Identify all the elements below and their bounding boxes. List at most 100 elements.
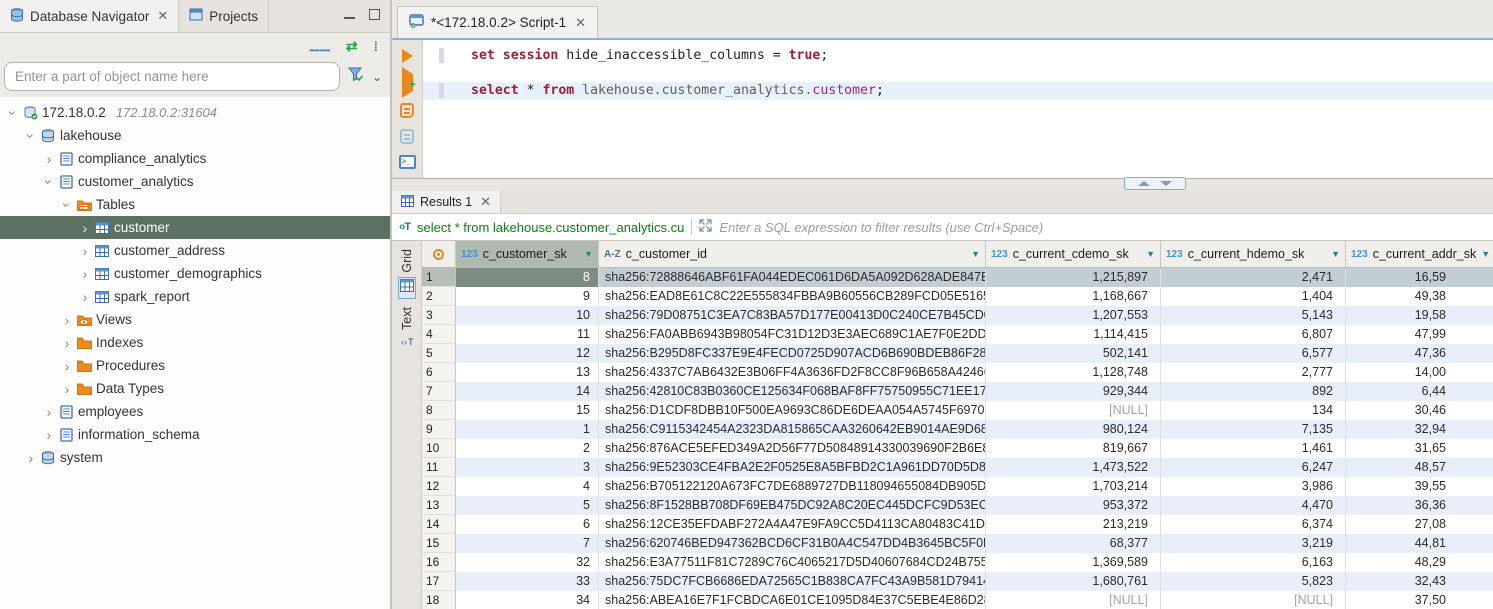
filter-funnel-icon[interactable] — [348, 67, 364, 87]
row-header-corner[interactable] — [422, 241, 456, 267]
grid-cell-c_current_hdemo_sk[interactable]: 7,135 — [1161, 420, 1346, 439]
grid-cell-c_customer_sk[interactable]: 10 — [456, 306, 599, 325]
grid-cell-c_current_cdemo_sk[interactable]: 1,680,761 — [986, 572, 1161, 591]
grid-cell-c_current_hdemo_sk[interactable]: 6,577 — [1161, 344, 1346, 363]
row-number[interactable]: 1 — [422, 268, 456, 287]
grid-cell-c_customer_id[interactable]: sha256:876ACE5EFED349A2D56F77D5084891433… — [599, 439, 986, 458]
link-with-editor-icon[interactable]: ⇄ — [346, 38, 358, 55]
grid-cell-c_current_hdemo_sk[interactable]: 6,247 — [1161, 458, 1346, 477]
tree-item-system[interactable]: ›system — [0, 446, 390, 469]
grid-cell-c_customer_sk[interactable]: 13 — [456, 363, 599, 382]
chevron-expanded-icon[interactable]: › — [60, 198, 74, 212]
expand-filter-icon[interactable] — [699, 219, 712, 235]
execute-new-tab-icon[interactable]: + — [402, 74, 413, 92]
grid-cell-c_current_addr_sk[interactable]: 14,00 — [1346, 363, 1493, 382]
chevron-collapsed-icon[interactable]: › — [42, 152, 56, 166]
grid-cell-c_customer_id[interactable]: sha256:8F1528BB708DF69EB475DC92A8C20EC44… — [599, 496, 986, 515]
tree-item-views[interactable]: ›Views — [0, 308, 390, 331]
presentation-tab-text[interactable]: Text‹›T — [399, 307, 415, 354]
grid-cell-c_current_addr_sk[interactable]: 47,99 — [1346, 325, 1493, 344]
tree-item-spark-report[interactable]: ›spark_report — [0, 285, 390, 308]
row-number[interactable]: 5 — [422, 344, 456, 363]
grid-cell-c_customer_id[interactable]: sha256:D1CDF8DBB10F500EA9693C86DE6DEAA05… — [599, 401, 986, 420]
row-number[interactable]: 4 — [422, 325, 456, 344]
collapse-up-icon[interactable] — [1138, 181, 1150, 186]
grid-cell-c_current_cdemo_sk[interactable]: [NULL] — [986, 401, 1161, 420]
grid-cell-c_current_cdemo_sk[interactable]: 1,168,667 — [986, 287, 1161, 306]
grid-cell-c_customer_sk[interactable]: 33 — [456, 572, 599, 591]
chevron-collapsed-icon[interactable]: › — [60, 382, 74, 396]
row-number[interactable]: 2 — [422, 287, 456, 306]
chevron-collapsed-icon[interactable]: › — [78, 221, 92, 235]
grid-cell-c_current_hdemo_sk[interactable]: 892 — [1161, 382, 1346, 401]
grid-cell-c_current_cdemo_sk[interactable]: 68,377 — [986, 534, 1161, 553]
grid-cell-c_current_cdemo_sk[interactable]: 1,215,897 — [986, 268, 1161, 287]
explain-plan-icon[interactable] — [400, 129, 414, 144]
grid-cell-c_customer_id[interactable]: sha256:C9115342454A2323DA815865CAA326064… — [599, 420, 986, 439]
grid-cell-c_current_hdemo_sk[interactable]: [NULL] — [1161, 591, 1346, 609]
row-number[interactable]: 7 — [422, 382, 456, 401]
chevron-down-icon[interactable]: ⌄ — [372, 70, 382, 84]
row-number[interactable]: 13 — [422, 496, 456, 515]
tree-item-lakehouse[interactable]: ›lakehouse — [0, 124, 390, 147]
code-line[interactable]: select * from lakehouse.customer_analyti… — [423, 82, 1493, 100]
column-header-c_customer_sk[interactable]: 123c_customer_sk▼ — [456, 241, 599, 267]
chevron-collapsed-icon[interactable]: › — [24, 451, 38, 465]
splitter-collapse-control[interactable] — [1124, 177, 1186, 190]
chevron-expanded-icon[interactable]: › — [24, 129, 38, 143]
search-input[interactable] — [4, 62, 340, 91]
presentation-tab-grid[interactable]: Grid — [398, 249, 416, 299]
row-number[interactable]: 3 — [422, 306, 456, 325]
column-menu-arrow-icon[interactable]: ▼ — [971, 249, 980, 259]
text-presentation-icon[interactable]: ‹›T — [399, 334, 415, 354]
chevron-collapsed-icon[interactable]: › — [60, 313, 74, 327]
row-number[interactable]: 12 — [422, 477, 456, 496]
collapse-all-icon[interactable]: ⚊⚊ — [309, 39, 330, 55]
grid-cell-c_current_cdemo_sk[interactable]: 213,219 — [986, 515, 1161, 534]
grid-cell-c_current_cdemo_sk[interactable]: [NULL] — [986, 591, 1161, 609]
grid-cell-c_customer_id[interactable]: sha256:620746BED947362BCD6CF31B0A4C547DD… — [599, 534, 986, 553]
minimize-icon[interactable] — [344, 17, 355, 20]
chevron-collapsed-icon[interactable]: › — [42, 428, 56, 442]
grid-cell-c_current_hdemo_sk[interactable]: 5,143 — [1161, 306, 1346, 325]
grid-cell-c_customer_id[interactable]: sha256:E3A77511F81C7289C76C4065217D5D406… — [599, 553, 986, 572]
grid-cell-c_current_hdemo_sk[interactable]: 2,777 — [1161, 363, 1346, 382]
column-header-c_customer_id[interactable]: A-Zc_customer_id▼ — [599, 241, 986, 267]
grid-cell-c_customer_id[interactable]: sha256:EAD8E61C8C22E555834FBBA9B60556CB2… — [599, 287, 986, 306]
close-icon[interactable]: ✕ — [575, 15, 586, 31]
sql-console-icon[interactable]: >_ — [399, 155, 416, 169]
row-number[interactable]: 8 — [422, 401, 456, 420]
column-header-c_current_hdemo_sk[interactable]: 123c_current_hdemo_sk▼ — [1161, 241, 1346, 267]
execute-script-icon[interactable] — [400, 103, 414, 118]
collapse-down-icon[interactable] — [1160, 181, 1172, 186]
grid-cell-c_customer_sk[interactable]: 15 — [456, 401, 599, 420]
grid-cell-c_customer_id[interactable]: sha256:12CE35EFDABF272A4A47E9FA9CC5D4113… — [599, 515, 986, 534]
grid-cell-c_current_cdemo_sk[interactable]: 929,344 — [986, 382, 1161, 401]
grid-cell-c_customer_sk[interactable]: 5 — [456, 496, 599, 515]
grid-cell-c_current_addr_sk[interactable]: 49,38 — [1346, 287, 1493, 306]
grid-cell-c_current_addr_sk[interactable]: 32,94 — [1346, 420, 1493, 439]
grid-cell-c_current_addr_sk[interactable]: 47,36 — [1346, 344, 1493, 363]
grid-cell-c_current_cdemo_sk[interactable]: 1,114,415 — [986, 325, 1161, 344]
grid-cell-c_current_cdemo_sk[interactable]: 502,141 — [986, 344, 1161, 363]
grid-cell-c_current_hdemo_sk[interactable]: 6,374 — [1161, 515, 1346, 534]
column-menu-arrow-icon[interactable]: ▼ — [1146, 249, 1155, 259]
grid-cell-c_current_hdemo_sk[interactable]: 134 — [1161, 401, 1346, 420]
grid-cell-c_customer_sk[interactable]: 11 — [456, 325, 599, 344]
tree-item-172-18-0-2[interactable]: ›172.18.0.2172.18.0.2:31604 — [0, 101, 390, 124]
grid-cell-c_customer_id[interactable]: sha256:FA0ABB6943B98054FC31D12D3E3AEC689… — [599, 325, 986, 344]
row-number[interactable]: 14 — [422, 515, 456, 534]
row-number[interactable]: 6 — [422, 363, 456, 382]
row-number[interactable]: 9 — [422, 420, 456, 439]
chevron-collapsed-icon[interactable]: › — [78, 244, 92, 258]
grid-cell-c_customer_id[interactable]: sha256:9E52303CE4FBA2E2F0525E8A5BFBD2C1A… — [599, 458, 986, 477]
menu-dots-icon[interactable]: ⁞ — [374, 39, 378, 54]
grid-cell-c_current_cdemo_sk[interactable]: 953,372 — [986, 496, 1161, 515]
code-line[interactable] — [423, 65, 1493, 83]
grid-cell-c_current_cdemo_sk[interactable]: 819,667 — [986, 439, 1161, 458]
chevron-expanded-icon[interactable]: › — [42, 175, 56, 189]
editor-results-splitter[interactable] — [392, 178, 1493, 191]
chevron-collapsed-icon[interactable]: › — [78, 290, 92, 304]
grid-cell-c_customer_id[interactable]: sha256:75DC7FCB6686EDA72565C1B838CA7FC43… — [599, 572, 986, 591]
chevron-expanded-icon[interactable]: › — [6, 106, 20, 120]
